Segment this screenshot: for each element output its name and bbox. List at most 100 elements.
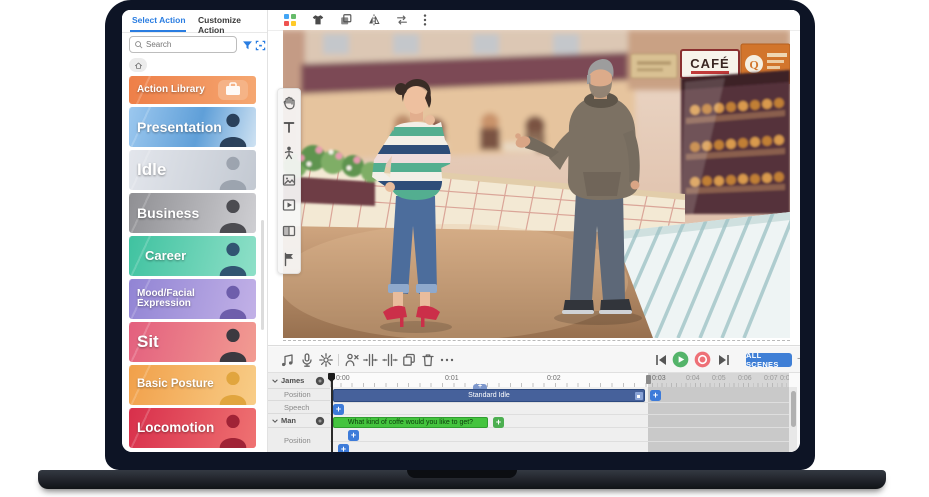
content-manager-icon[interactable]	[283, 13, 297, 27]
tile-label: Mood/Facial Expression	[129, 289, 199, 309]
scene-tool-palette	[277, 88, 301, 274]
stage-boundary-dashed	[283, 340, 790, 341]
search-input[interactable]	[144, 39, 228, 50]
category-tile-business[interactable]: Business	[129, 193, 256, 233]
add-speech-clip-button[interactable]: +	[493, 417, 504, 428]
category-tile-career[interactable]: Career	[129, 236, 256, 276]
chevron-down-icon[interactable]	[271, 377, 279, 385]
panel-scrollbar[interactable]	[261, 220, 264, 330]
expand-view-icon[interactable]	[255, 40, 266, 51]
actor-pose-icon[interactable]	[281, 145, 297, 161]
track-settings-icon[interactable]	[315, 416, 325, 426]
viewport: CAFÉ Q	[268, 10, 800, 345]
tab-select-action[interactable]: Select Action	[132, 15, 186, 25]
character-thumbnail	[214, 195, 252, 233]
flag-marker-icon[interactable]	[281, 251, 297, 267]
search-icon	[134, 40, 144, 50]
track-james-speech[interactable]: Speech	[268, 401, 330, 414]
mirror-flip-icon[interactable]	[367, 13, 381, 27]
audio-track-icon[interactable]	[280, 352, 296, 368]
track-james[interactable]: James	[268, 373, 330, 389]
category-tile-locomotion[interactable]: Locomotion	[129, 408, 256, 448]
record-button[interactable]	[694, 351, 711, 368]
laptop-screen-bezel: Select Action Customize Action	[105, 0, 815, 470]
filter-icon[interactable]	[242, 40, 253, 51]
active-tab-underline	[130, 30, 186, 32]
add-man-action-button[interactable]: +	[348, 430, 359, 441]
tile-label: Idle	[129, 161, 166, 178]
track-settings-icon[interactable]	[315, 376, 325, 386]
storefront-signs	[631, 54, 677, 78]
remove-actor-icon[interactable]	[344, 352, 360, 368]
add-position-key-button[interactable]: +	[333, 404, 344, 415]
track-row-james-position[interactable]	[330, 403, 789, 415]
svg-text:Q: Q	[749, 58, 758, 72]
trim-out-icon[interactable]	[382, 352, 398, 368]
clip-resize-handle[interactable]	[635, 392, 643, 400]
pan-hand-icon[interactable]	[281, 95, 297, 111]
pastry-display-case	[681, 70, 790, 214]
home-button[interactable]	[129, 58, 147, 72]
track-name: Position	[284, 390, 311, 399]
track-name: Position	[284, 436, 311, 445]
track-man-position[interactable]: Position	[268, 428, 330, 452]
track-row-man-position[interactable]	[330, 442, 789, 452]
clip-standard-idle[interactable]: Standard Idle	[333, 389, 645, 402]
character-thumbnail	[214, 281, 252, 319]
chevron-down-icon[interactable]	[271, 417, 279, 425]
media-clip-icon[interactable]	[281, 197, 297, 213]
more-tools-icon[interactable]	[439, 352, 455, 368]
category-tile-sit[interactable]: Sit	[129, 322, 256, 362]
ruler-label: 0:03	[652, 375, 666, 382]
character-thumbnail	[214, 367, 252, 405]
light-effect-icon[interactable]	[318, 352, 334, 368]
search-box[interactable]	[129, 36, 237, 53]
character-thumbnail	[214, 152, 252, 190]
play-button[interactable]	[672, 351, 689, 368]
text-tool-icon[interactable]	[281, 119, 297, 135]
tile-label: Action Library	[129, 85, 205, 95]
track-row-man[interactable]	[330, 428, 789, 442]
swap-icon[interactable]	[395, 13, 409, 27]
track-james-position[interactable]: Position	[268, 389, 330, 401]
outfit-icon[interactable]	[311, 13, 325, 27]
category-tile-presentation[interactable]: Presentation	[129, 107, 256, 147]
microphone-icon[interactable]	[299, 352, 315, 368]
clip-label: Standard Idle	[468, 392, 510, 399]
category-tile-mood-facial-expression[interactable]: Mood/Facial Expression	[129, 279, 256, 319]
duplicate-icon[interactable]	[339, 13, 353, 27]
timeline-scrollbar[interactable]	[789, 387, 797, 452]
track-man[interactable]: Man	[268, 414, 330, 428]
tile-label: Business	[129, 206, 199, 220]
category-tile-action-library[interactable]: Action Library	[129, 76, 256, 104]
category-tile-idle[interactable]: Idle	[129, 150, 256, 190]
add-action-clip-button[interactable]: +	[650, 390, 661, 401]
track-name: James	[281, 376, 304, 385]
timeline-ruler[interactable]: 0:00 0:01 0:02 0:03 0:04 0:05 0:06 0:07 …	[330, 373, 789, 388]
timeline-scrollbar-thumb[interactable]	[791, 391, 796, 427]
copy-clip-icon[interactable]	[401, 352, 417, 368]
ruler-label: 0:01	[445, 375, 459, 382]
scene-image-icon[interactable]	[281, 172, 297, 188]
stage-scene[interactable]: CAFÉ Q	[283, 30, 790, 338]
clip-speech[interactable]: What kind of coffe would you like to get…	[333, 417, 488, 428]
skip-to-start-icon[interactable]	[653, 352, 669, 368]
laptop-base	[38, 470, 886, 489]
skip-to-end-icon[interactable]	[716, 352, 732, 368]
timeline-zoom-out[interactable]: −	[797, 353, 800, 365]
home-icon	[134, 61, 143, 70]
category-tile-basic-posture[interactable]: Basic Posture	[129, 365, 256, 405]
delete-clip-icon[interactable]	[420, 352, 436, 368]
all-scenes-button[interactable]: ALL SCENES	[746, 353, 792, 367]
trim-in-icon[interactable]	[363, 352, 379, 368]
add-man-position-button[interactable]: +	[338, 444, 349, 452]
timeline-toolbar: ALL SCENES − + FIT	[268, 347, 800, 373]
tile-label: Career	[129, 249, 186, 262]
split-view-icon[interactable]	[281, 223, 297, 239]
tab-customize-action[interactable]: Customize Action	[198, 15, 267, 35]
track-name: Speech	[284, 403, 309, 412]
playhead[interactable]	[331, 373, 333, 452]
scene-end-marker[interactable]	[646, 375, 651, 384]
clip-label: What kind of coffe would you like to get…	[348, 419, 473, 426]
more-options-icon[interactable]	[420, 13, 430, 27]
